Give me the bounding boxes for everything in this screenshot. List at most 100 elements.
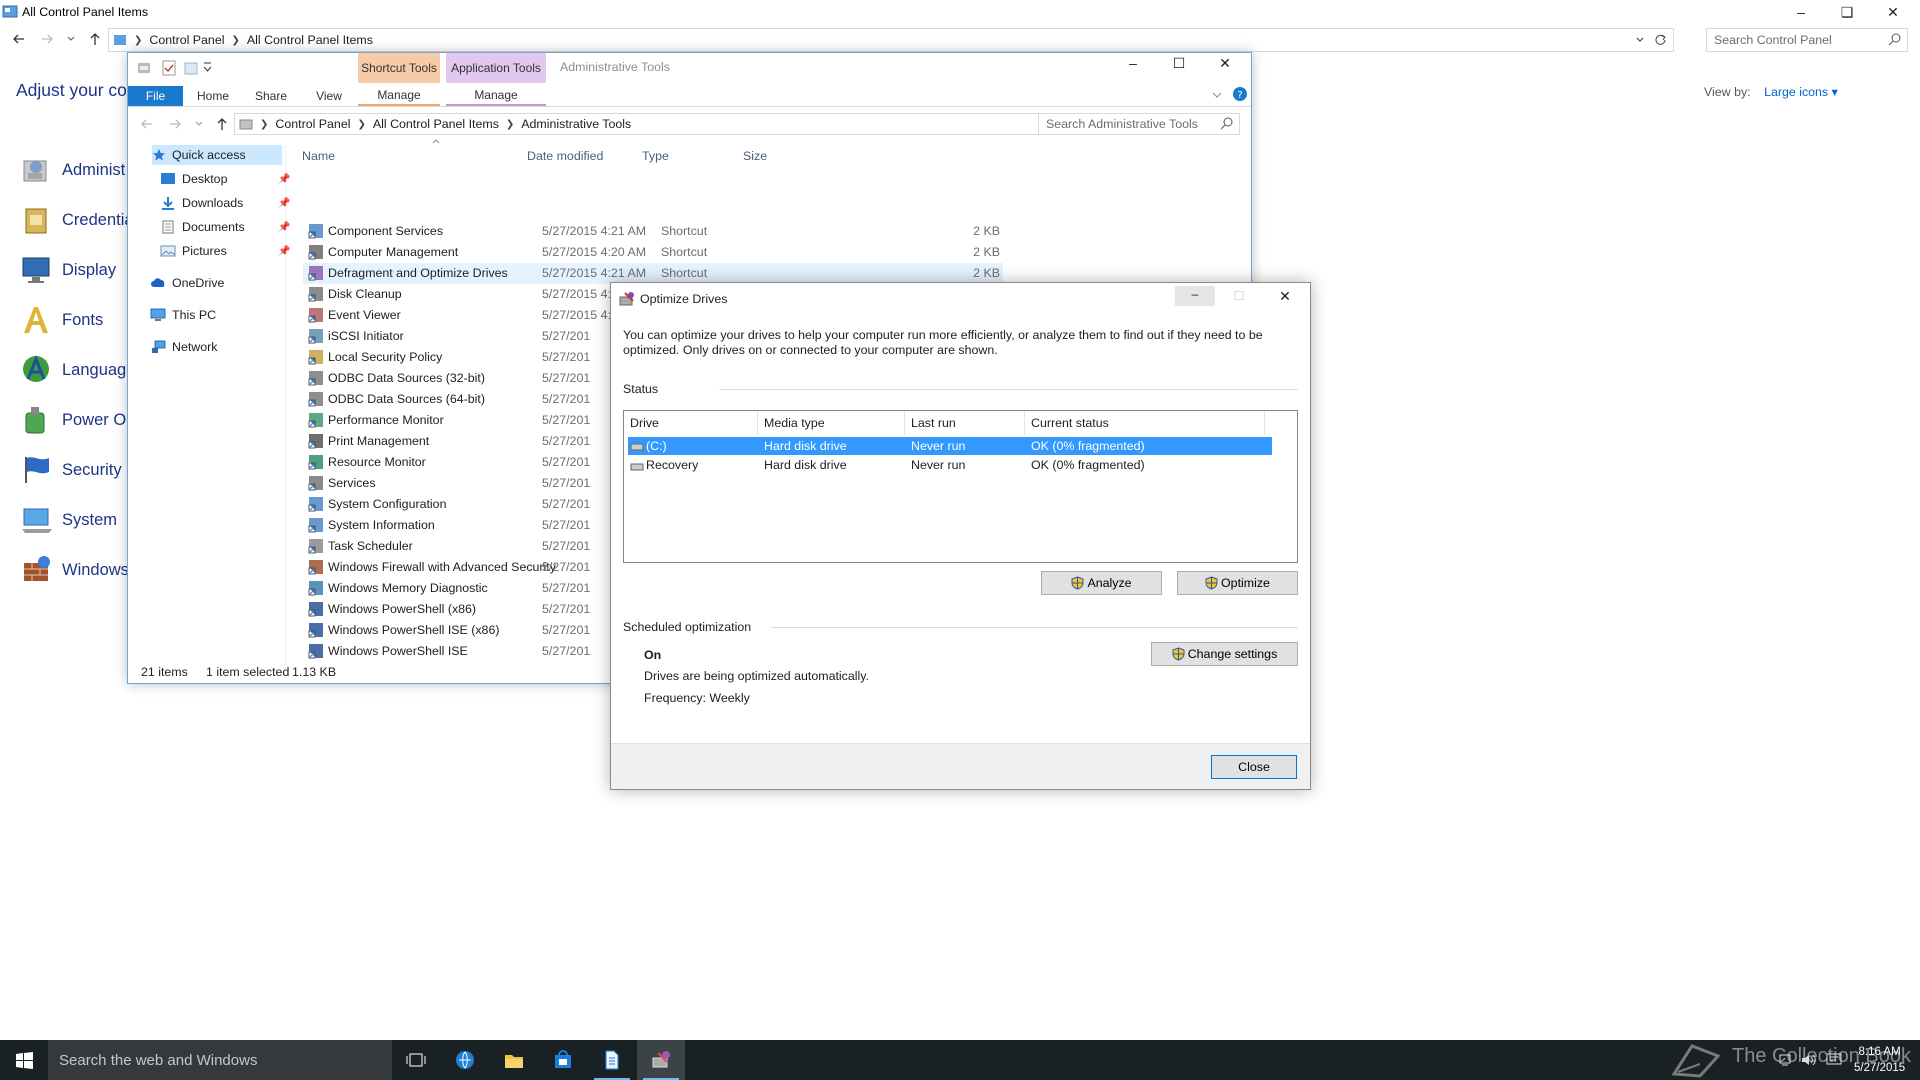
- clock[interactable]: 8:16 AM 5/27/2015: [1854, 1044, 1905, 1076]
- file-date: 5/27/201: [542, 392, 591, 406]
- sidebar-item-pictures[interactable]: Pictures 📌: [160, 241, 290, 261]
- tab-file[interactable]: File: [128, 86, 183, 106]
- view-by-dropdown[interactable]: Large icons ▾: [1764, 85, 1838, 99]
- back-arrow-icon[interactable]: [140, 117, 154, 131]
- start-button[interactable]: [0, 1040, 48, 1080]
- drive-row[interactable]: (C:) Hard disk drive Never run OK (0% fr…: [628, 437, 1272, 455]
- file-date: 5/27/201: [542, 644, 591, 658]
- network-tray-icon[interactable]: [1778, 1053, 1792, 1067]
- chevron-down-icon[interactable]: [66, 34, 76, 44]
- maximize-button[interactable]: ☐: [1219, 286, 1259, 306]
- analyze-button[interactable]: Analyze: [1041, 571, 1162, 595]
- pin-icon[interactable]: 📌: [278, 222, 290, 233]
- drive-row[interactable]: Recovery Hard disk drive Never run OK (0…: [628, 456, 1272, 474]
- cp-item-display[interactable]: Display: [20, 253, 116, 287]
- customize-dropdown-icon[interactable]: [203, 61, 212, 73]
- pin-icon[interactable]: 📌: [278, 174, 290, 185]
- column-current-status[interactable]: Current status: [1025, 411, 1265, 435]
- task-view-button[interactable]: [392, 1040, 440, 1080]
- taskbar-search-input[interactable]: Search the web and Windows: [48, 1040, 392, 1080]
- properties-icon[interactable]: [162, 60, 176, 76]
- file-type: Shortcut: [661, 245, 708, 259]
- taskbar-optimize-drives-button[interactable]: [637, 1040, 685, 1080]
- sidebar-item-documents[interactable]: Documents 📌: [160, 217, 290, 237]
- chevron-down-icon[interactable]: [1635, 35, 1645, 45]
- new-folder-icon[interactable]: [184, 60, 198, 76]
- tab-share[interactable]: Share: [242, 86, 300, 106]
- column-date-modified[interactable]: Date modified: [527, 149, 603, 163]
- optimize-button[interactable]: Optimize: [1177, 571, 1298, 595]
- close-button[interactable]: ✕: [1870, 0, 1916, 24]
- file-size: 2 KB: [973, 224, 1000, 238]
- cp-item-power-options[interactable]: Power Op: [20, 403, 135, 437]
- cp-item-administrative-tools[interactable]: Administ: [20, 153, 125, 187]
- taskbar-control-panel-button[interactable]: [588, 1040, 636, 1080]
- cp-item-fonts[interactable]: Fonts: [20, 303, 103, 337]
- breadcrumb-item[interactable]: Control Panel: [149, 33, 224, 47]
- tab-manage-shortcut[interactable]: Manage: [358, 86, 440, 106]
- change-settings-button[interactable]: Change settings: [1151, 642, 1298, 666]
- help-icon[interactable]: ?: [1232, 86, 1248, 102]
- back-arrow-icon[interactable]: [12, 32, 26, 46]
- pin-icon[interactable]: 📌: [278, 198, 290, 209]
- column-type[interactable]: Type: [642, 149, 669, 163]
- sidebar-item-this-pc[interactable]: This PC: [150, 305, 216, 325]
- tab-view[interactable]: View: [300, 86, 358, 106]
- close-dialog-button[interactable]: Close: [1211, 755, 1297, 779]
- file-row[interactable]: Component Services 5/27/2015 4:21 AM Short…: [303, 221, 1003, 242]
- expand-ribbon-chevron-icon[interactable]: [1212, 91, 1222, 99]
- file-row[interactable]: Computer Management 5/27/2015 4:20 AM Shor…: [303, 242, 1003, 263]
- forward-arrow-icon[interactable]: [40, 32, 54, 46]
- drives-list[interactable]: Drive Media type Last run Current status…: [623, 410, 1298, 563]
- pin-icon[interactable]: 📌: [278, 246, 290, 257]
- breadcrumb-item[interactable]: All Control Panel Items: [247, 33, 373, 47]
- file-date: 5/27/201: [542, 623, 591, 637]
- cp-item-security-maintenance[interactable]: Security a: [20, 453, 135, 487]
- file-date: 5/27/201: [542, 581, 591, 595]
- cp-item-language[interactable]: Language: [20, 353, 135, 387]
- notifications-icon[interactable]: [1826, 1053, 1842, 1067]
- minimize-button[interactable]: –: [1110, 51, 1156, 75]
- close-button[interactable]: ✕: [1263, 286, 1307, 306]
- breadcrumb-item[interactable]: Control Panel: [275, 117, 350, 131]
- sidebar-item-downloads[interactable]: Downloads 📌: [160, 193, 290, 213]
- taskbar-store-button[interactable]: [539, 1040, 587, 1080]
- quick-access-toolbar-icon[interactable]: [136, 60, 152, 76]
- maximize-button[interactable]: ☐: [1156, 51, 1202, 75]
- taskbar-edge-button[interactable]: [441, 1040, 489, 1080]
- search-input[interactable]: Search Administrative Tools: [1038, 113, 1240, 135]
- breadcrumb-item[interactable]: All Control Panel Items: [373, 117, 499, 131]
- sidebar-item-desktop[interactable]: Desktop 📌: [160, 169, 290, 189]
- sidebar-item-quick-access[interactable]: Quick access: [152, 145, 282, 165]
- file-row[interactable]: Defragment and Optimize Drives 5/27/2015 …: [303, 263, 1003, 284]
- taskbar-file-explorer-button[interactable]: [490, 1040, 538, 1080]
- file-date: 5/27/201: [542, 560, 591, 574]
- minimize-button[interactable]: –: [1175, 286, 1215, 306]
- search-input[interactable]: Search Control Panel: [1706, 28, 1908, 52]
- up-arrow-icon[interactable]: [88, 32, 102, 46]
- close-button[interactable]: ✕: [1202, 51, 1248, 75]
- column-drive[interactable]: Drive: [624, 411, 758, 435]
- cp-item-windows-firewall[interactable]: Windows: [20, 553, 129, 587]
- minimize-button[interactable]: –: [1778, 0, 1824, 24]
- address-bar[interactable]: ❯ Control Panel ❯ All Control Panel Item…: [234, 113, 1132, 135]
- column-size[interactable]: Size: [743, 149, 767, 163]
- cp-item-system[interactable]: System: [20, 503, 117, 537]
- sidebar-item-network[interactable]: Network: [150, 337, 217, 357]
- shortcut-icon: [308, 433, 324, 449]
- chevron-down-icon[interactable]: [194, 119, 204, 129]
- refresh-icon[interactable]: [1654, 33, 1667, 46]
- column-media-type[interactable]: Media type: [758, 411, 905, 435]
- tab-manage-application[interactable]: Manage: [446, 86, 546, 106]
- column-name[interactable]: Name: [302, 149, 335, 163]
- tab-home[interactable]: Home: [184, 86, 242, 106]
- breadcrumb-item[interactable]: Administrative Tools: [521, 117, 631, 131]
- restore-button[interactable]: ❏: [1824, 0, 1870, 24]
- sidebar-item-onedrive[interactable]: OneDrive: [150, 273, 224, 293]
- column-last-run[interactable]: Last run: [905, 411, 1025, 435]
- volume-icon[interactable]: [1800, 1052, 1816, 1068]
- up-arrow-icon[interactable]: [215, 117, 229, 131]
- address-bar[interactable]: ❯ Control Panel ❯ All Control Panel Item…: [108, 28, 1674, 52]
- cp-item-credential-manager[interactable]: Credentia: [20, 203, 134, 237]
- forward-arrow-icon[interactable]: [168, 117, 182, 131]
